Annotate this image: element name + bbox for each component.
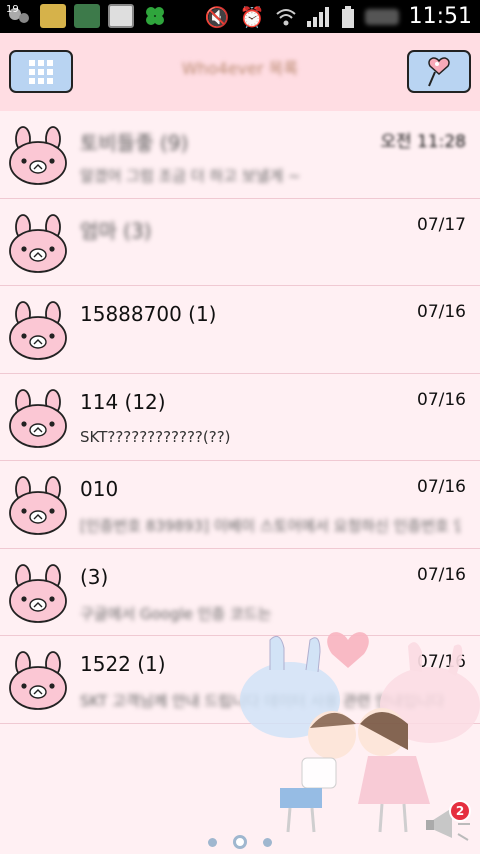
message-date: 07/17 xyxy=(417,214,466,235)
page-indicator xyxy=(0,835,480,849)
unread-badge: 2 xyxy=(449,800,471,822)
conversation-row[interactable]: 엄마 (3) 07/17 xyxy=(0,199,480,286)
message-date: 07/16 xyxy=(417,477,466,497)
app-header: Who4ever 목록 xyxy=(0,33,480,111)
bunny-avatar-icon xyxy=(8,388,68,448)
status-bar: 19 🔇 ⏰ 11:51 xyxy=(0,0,480,33)
message-date: 오전 11:28 xyxy=(380,132,466,152)
bunny-avatar-icon xyxy=(8,213,68,273)
lollipop-icon xyxy=(428,56,450,86)
message-preview: 알겠어 그럼 조금 더 하고 보낼게 ~ xyxy=(80,167,301,185)
bunny-avatar-icon xyxy=(8,563,68,623)
mute-icon: 🔇 xyxy=(204,4,230,29)
clock: 11:51 xyxy=(408,4,472,29)
conversation-row[interactable]: 15888700 (1) 07/16 xyxy=(0,286,480,374)
message-date: 07/16 xyxy=(417,389,466,410)
contact-name: 010 xyxy=(80,477,119,501)
list-icon xyxy=(74,4,100,28)
contact-name: (3) xyxy=(80,564,109,589)
page-dot-2[interactable] xyxy=(233,835,247,849)
contact-name: 엄마 (3) xyxy=(80,218,152,243)
gift-icon xyxy=(40,4,66,28)
conversation-row[interactable]: 토비들좋 (9) 오전 11:28 알겠어 그럼 조금 더 하고 보낼게 ~ xyxy=(0,111,480,199)
message-preview: [인증번호 839893] 이베이 스토어에서 요청하신 인증번호 입니다. xyxy=(80,517,460,535)
conversation-row[interactable]: 010 07/16 [인증번호 839893] 이베이 스토어에서 요청하신 인… xyxy=(0,461,480,549)
message-date: 07/16 xyxy=(417,302,466,322)
message-preview: SKT????????????(??) xyxy=(80,427,231,446)
bunny-avatar-icon xyxy=(8,475,68,535)
page-dot-3[interactable] xyxy=(263,837,272,847)
contact-name: 15888700 (1) xyxy=(80,302,217,326)
page-dot-1[interactable] xyxy=(208,837,217,847)
wifi-icon xyxy=(275,8,296,25)
contact-name: 114 (12) xyxy=(80,389,166,414)
contact-name: 토비들좋 (9) xyxy=(80,131,189,155)
blurred-indicator xyxy=(364,8,399,25)
alarm-icon: ⏰ xyxy=(239,4,265,29)
usb-icon: 19 xyxy=(6,4,32,28)
bunny-avatar-icon xyxy=(8,125,68,185)
image-icon xyxy=(108,4,134,28)
system-icons: 🔇 ⏰ 11:51 xyxy=(205,4,472,29)
notification-icons: 19 xyxy=(6,4,168,28)
signal-icon xyxy=(306,6,329,27)
battery-icon xyxy=(341,5,354,28)
bunny-avatar-icon xyxy=(8,300,68,360)
notification-count: 19 xyxy=(6,4,19,15)
message-date: 07/16 xyxy=(417,564,466,585)
contact-name: 1522 (1) xyxy=(80,652,166,676)
bunny-avatar-icon xyxy=(8,650,68,710)
conversation-row[interactable]: 114 (12) 07/16 SKT????????????(??) xyxy=(0,374,480,461)
clover-icon xyxy=(142,4,168,28)
compose-button[interactable] xyxy=(407,50,471,93)
